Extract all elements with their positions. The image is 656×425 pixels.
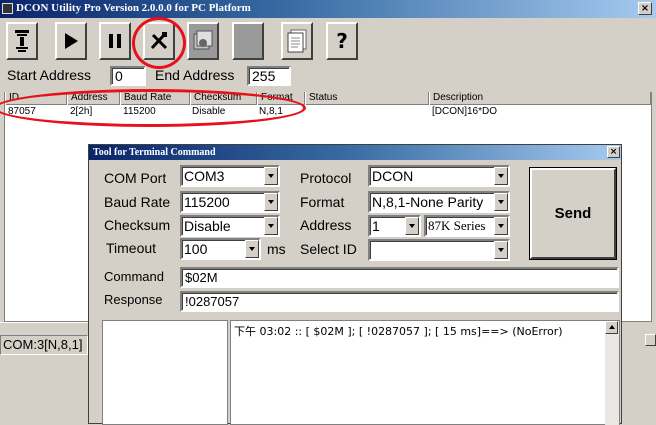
end-address-label: End Address bbox=[155, 67, 235, 83]
series-value: 87K Series bbox=[428, 218, 486, 233]
timeout-value: 100 bbox=[184, 241, 208, 257]
select-id-label: Select ID bbox=[300, 241, 357, 257]
address-label: Address bbox=[300, 217, 352, 233]
checksum-value: Disable bbox=[184, 218, 231, 234]
search-device-icon bbox=[15, 30, 29, 52]
protocol-value: DCON bbox=[372, 168, 414, 184]
cell-description: [DCON]16*DO bbox=[432, 106, 498, 117]
address-value: 1 bbox=[372, 218, 380, 234]
resize-grip[interactable] bbox=[645, 334, 656, 346]
format-label: Format bbox=[300, 194, 345, 210]
chevron-down-icon[interactable] bbox=[494, 241, 508, 259]
blank-button[interactable] bbox=[232, 22, 264, 60]
module-icon bbox=[193, 30, 213, 50]
series-select[interactable]: 87K Series bbox=[424, 215, 510, 237]
checksum-label: Checksum bbox=[104, 217, 171, 233]
status-bar-strip bbox=[0, 322, 92, 334]
scroll-up-button[interactable] bbox=[605, 321, 618, 334]
com-port-select[interactable]: COM3 bbox=[180, 165, 280, 187]
send-button[interactable]: Send bbox=[530, 168, 616, 259]
send-button-label: Send bbox=[554, 205, 592, 222]
search-device-button[interactable] bbox=[6, 22, 38, 60]
pause-icon bbox=[109, 34, 121, 48]
document-button[interactable] bbox=[281, 22, 313, 60]
module-button[interactable] bbox=[187, 22, 219, 60]
help-icon: ? bbox=[336, 29, 348, 53]
app-icon bbox=[2, 3, 13, 14]
chevron-down-icon[interactable] bbox=[494, 193, 508, 211]
checksum-select[interactable]: Disable bbox=[180, 215, 280, 237]
window-title: DCON Utility Pro Version 2.0.0.0 for PC … bbox=[16, 2, 251, 14]
com-port-value: COM3 bbox=[184, 168, 225, 184]
address-select[interactable]: 1 bbox=[368, 215, 421, 237]
start-button[interactable] bbox=[55, 22, 87, 60]
timeout-select[interactable]: 100 bbox=[180, 238, 261, 260]
chevron-down-icon[interactable] bbox=[264, 193, 278, 211]
protocol-label: Protocol bbox=[300, 170, 352, 186]
close-button[interactable]: × bbox=[638, 2, 652, 15]
help-button[interactable]: ? bbox=[326, 22, 358, 60]
end-address-input[interactable]: 255 bbox=[247, 66, 291, 86]
command-label: Command bbox=[104, 269, 164, 284]
format-select[interactable]: N,8,1-None Parity bbox=[368, 191, 510, 213]
chevron-down-icon[interactable] bbox=[494, 167, 508, 185]
command-history-list[interactable] bbox=[102, 320, 228, 425]
com-status: COM:3[N,8,1] bbox=[0, 335, 88, 355]
chevron-down-icon[interactable] bbox=[264, 217, 278, 235]
format-value: N,8,1-None Parity bbox=[372, 194, 484, 210]
log-panel[interactable]: 下午 03:02 :: [ $02M ]; [ !0287057 ]; [ 15… bbox=[230, 320, 620, 425]
log-entry: 下午 03:02 :: [ $02M ]; [ !0287057 ]; [ 15… bbox=[234, 325, 563, 338]
baud-rate-value: 115200 bbox=[184, 194, 230, 210]
document-icon bbox=[287, 29, 307, 53]
response-label: Response bbox=[104, 292, 163, 307]
chevron-down-icon[interactable] bbox=[264, 167, 278, 185]
chevron-down-icon[interactable] bbox=[405, 217, 419, 235]
dialog-title: Tool for Terminal Command bbox=[93, 147, 216, 158]
baud-rate-select[interactable]: 115200 bbox=[180, 191, 280, 213]
window-title-bar: DCON Utility Pro Version 2.0.0.0 for PC … bbox=[0, 0, 656, 18]
column-status[interactable]: Status bbox=[305, 92, 429, 105]
chevron-down-icon[interactable] bbox=[494, 217, 508, 235]
dialog-close-button[interactable]: × bbox=[607, 146, 620, 158]
log-scrollbar[interactable] bbox=[605, 321, 619, 425]
com-port-label: COM Port bbox=[104, 170, 167, 186]
select-id-select[interactable] bbox=[368, 239, 510, 261]
terminal-command-dialog: Tool for Terminal Command × COM Port COM… bbox=[88, 144, 622, 425]
timeout-label: Timeout bbox=[106, 240, 157, 256]
chevron-up-icon bbox=[609, 325, 615, 329]
column-description[interactable]: Description bbox=[429, 92, 651, 105]
response-output: !0287057 bbox=[180, 291, 619, 312]
baud-rate-label: Baud Rate bbox=[104, 194, 171, 210]
protocol-select[interactable]: DCON bbox=[368, 165, 510, 187]
start-address-label: Start Address bbox=[7, 67, 92, 83]
annotation-circle-toolbar bbox=[132, 17, 186, 69]
timeout-unit: ms bbox=[267, 241, 286, 257]
command-input[interactable]: $02M bbox=[180, 267, 619, 288]
dialog-title-bar: Tool for Terminal Command × bbox=[89, 145, 621, 160]
start-address-input[interactable]: 0 bbox=[110, 66, 146, 86]
pause-button[interactable] bbox=[99, 22, 131, 60]
annotation-ellipse-row bbox=[0, 89, 306, 127]
play-icon bbox=[65, 33, 78, 49]
chevron-down-icon[interactable] bbox=[245, 240, 259, 258]
